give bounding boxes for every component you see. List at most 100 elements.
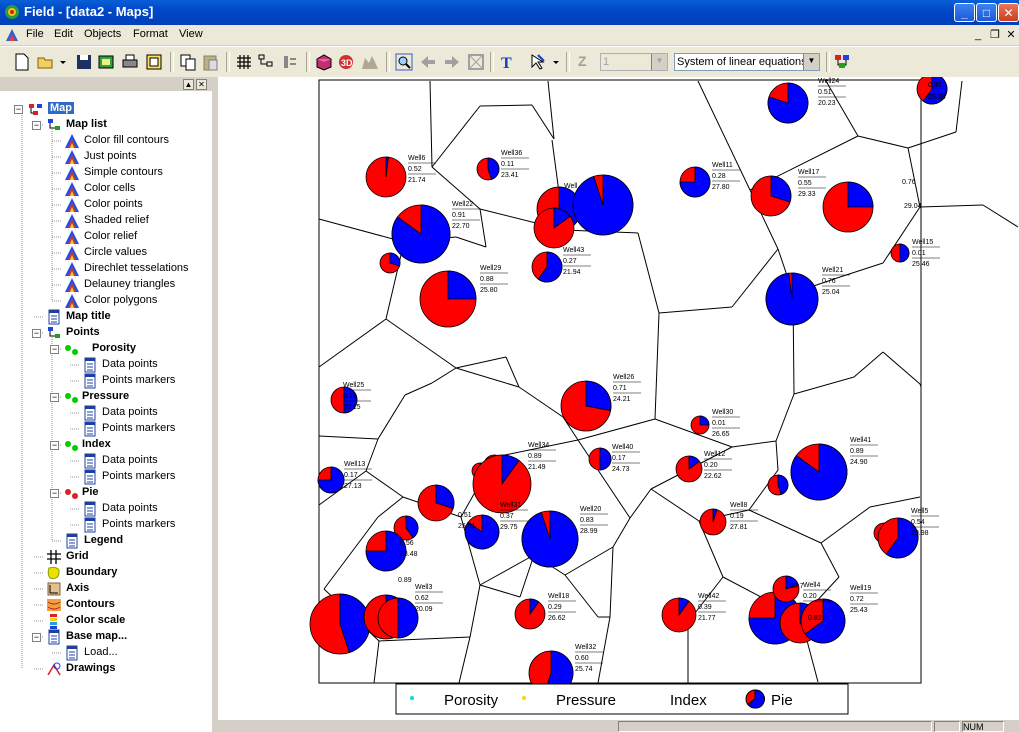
mdi-restore-icon[interactable]: ❐: [987, 28, 1003, 42]
well-label-text: 0.28: [712, 173, 726, 180]
tree-expander-icon[interactable]: −: [50, 345, 59, 354]
minimize-button[interactable]: _: [954, 3, 975, 22]
fit-icon[interactable]: [466, 52, 486, 72]
legend-marker-icon: [410, 696, 414, 700]
well-label-text: Well32: [575, 644, 596, 651]
doc-icon: [66, 533, 78, 549]
well-label-text: 25.38: [928, 94, 946, 101]
pie-marker: [521, 510, 579, 568]
open-icon[interactable]: [36, 52, 56, 72]
well-label-text: 21.94: [563, 269, 581, 276]
pie-marker: [419, 270, 477, 328]
chevron-down-icon[interactable]: ▼: [803, 54, 819, 70]
grid-icon[interactable]: [234, 52, 254, 72]
surface-icon[interactable]: [360, 52, 380, 72]
menu-edit[interactable]: Edit: [54, 28, 73, 40]
pie-marker: [476, 157, 500, 181]
status-cell: [934, 721, 960, 732]
menu-file[interactable]: File: [26, 28, 44, 40]
tree-expander-icon[interactable]: −: [32, 633, 41, 642]
list-icon: [48, 119, 60, 130]
well-label-text: 0.51: [458, 512, 472, 519]
pie-marker: [531, 251, 563, 283]
print-icon[interactable]: [120, 52, 140, 72]
well-label-text: 21.77: [698, 615, 716, 622]
back-arrow-icon[interactable]: [418, 52, 438, 72]
chevron-down-icon[interactable]: ▼: [651, 54, 667, 70]
align-icon[interactable]: [280, 52, 300, 72]
toolbar-separator: [490, 52, 494, 72]
toolbar-separator: [306, 52, 310, 72]
well-label-text: 23.41: [501, 172, 519, 179]
well-label-text: 0.83: [580, 517, 594, 524]
field-app-icon[interactable]: [4, 4, 20, 20]
3d-box-icon[interactable]: [314, 52, 334, 72]
well-label-text: Well30: [712, 409, 733, 416]
tree-item-label: Points markers: [102, 422, 176, 434]
layers-icon[interactable]: [832, 52, 852, 72]
text-tool-icon[interactable]: T: [497, 52, 517, 72]
well-label-text: 20.15: [343, 404, 361, 411]
tree-expander-icon[interactable]: −: [50, 489, 59, 498]
forward-arrow-icon[interactable]: [442, 52, 462, 72]
export-icon[interactable]: [96, 52, 116, 72]
tree-item-label: Delauney triangles: [84, 278, 176, 290]
tree-expander-icon[interactable]: −: [50, 393, 59, 402]
pie-marker: [379, 252, 401, 274]
tree-expander-icon[interactable]: −: [50, 441, 59, 450]
contour-icon: [65, 166, 79, 180]
well-label-text: Well40: [612, 444, 633, 451]
3d-view-icon[interactable]: 3D: [336, 52, 356, 72]
well-label-text: 22.62: [704, 473, 722, 480]
well-label-text: 24.21: [613, 396, 631, 403]
well-label-text: 25.51: [458, 523, 476, 530]
tree-layout-icon[interactable]: [256, 52, 276, 72]
layer-combo[interactable]: 1 ▼: [600, 53, 668, 71]
save-icon[interactable]: [74, 52, 94, 72]
document-icon[interactable]: [4, 27, 20, 43]
pointer-tool-icon[interactable]: [528, 52, 548, 72]
well-label-text: Well41: [850, 437, 871, 444]
well-label-text: Well36: [501, 150, 522, 157]
well-label-text: Well11: [712, 162, 733, 169]
menu-objects[interactable]: Objects: [84, 28, 121, 40]
pie-marker: [767, 82, 809, 124]
tree-item-label: Porosity: [92, 342, 137, 354]
tree-item-label: Base map...: [66, 630, 128, 642]
pie-marker: [690, 415, 710, 435]
tree-expander-icon[interactable]: −: [14, 105, 23, 114]
doc-icon: [84, 517, 96, 533]
mdi-minimize-icon[interactable]: _: [970, 28, 986, 42]
method-combo[interactable]: System of linear equations ▼: [674, 53, 820, 71]
well-label-text: 27.80: [712, 184, 730, 191]
voronoi-edge: [955, 80, 963, 133]
maximize-button[interactable]: □: [976, 3, 997, 22]
open-dropdown-icon[interactable]: [58, 52, 68, 72]
well-label-text: Well8: [730, 502, 747, 509]
tree-item-label: Load...: [84, 646, 118, 658]
tree-expander-icon[interactable]: −: [32, 329, 41, 338]
well-label-text: Well4: [803, 582, 820, 589]
mdi-close-icon[interactable]: ✕: [1003, 28, 1019, 42]
voronoi-edge: [982, 204, 1019, 228]
pointer-dropdown-icon[interactable]: [551, 52, 561, 72]
preview-icon[interactable]: [144, 52, 164, 72]
tree-item-label: Pressure: [82, 390, 130, 402]
well-label-text: Well6: [408, 155, 425, 162]
dots-icon: [65, 345, 78, 355]
well-label-text: 21.74: [408, 177, 426, 184]
map-window[interactable]: Well6 0.52 21.74 Well36 0.11 23.41 Well22 0.91 2…: [218, 73, 1019, 720]
well-label-text: Well3: [415, 584, 432, 591]
tree-expander-icon[interactable]: −: [32, 121, 41, 130]
copy-icon[interactable]: [178, 52, 198, 72]
close-button[interactable]: ✕: [998, 3, 1019, 22]
new-icon[interactable]: [12, 52, 32, 72]
doc-icon: [48, 629, 60, 645]
menu-view[interactable]: View: [179, 28, 203, 40]
map-canvas[interactable]: Well6 0.52 21.74 Well36 0.11 23.41 Well22 0.91 2…: [218, 73, 1019, 720]
well-label-text: 0.89: [850, 448, 864, 455]
well-label-text: 24.73: [612, 466, 630, 473]
menu-format[interactable]: Format: [133, 28, 168, 40]
paste-icon[interactable]: [200, 52, 220, 72]
zoom-icon[interactable]: [394, 52, 414, 72]
